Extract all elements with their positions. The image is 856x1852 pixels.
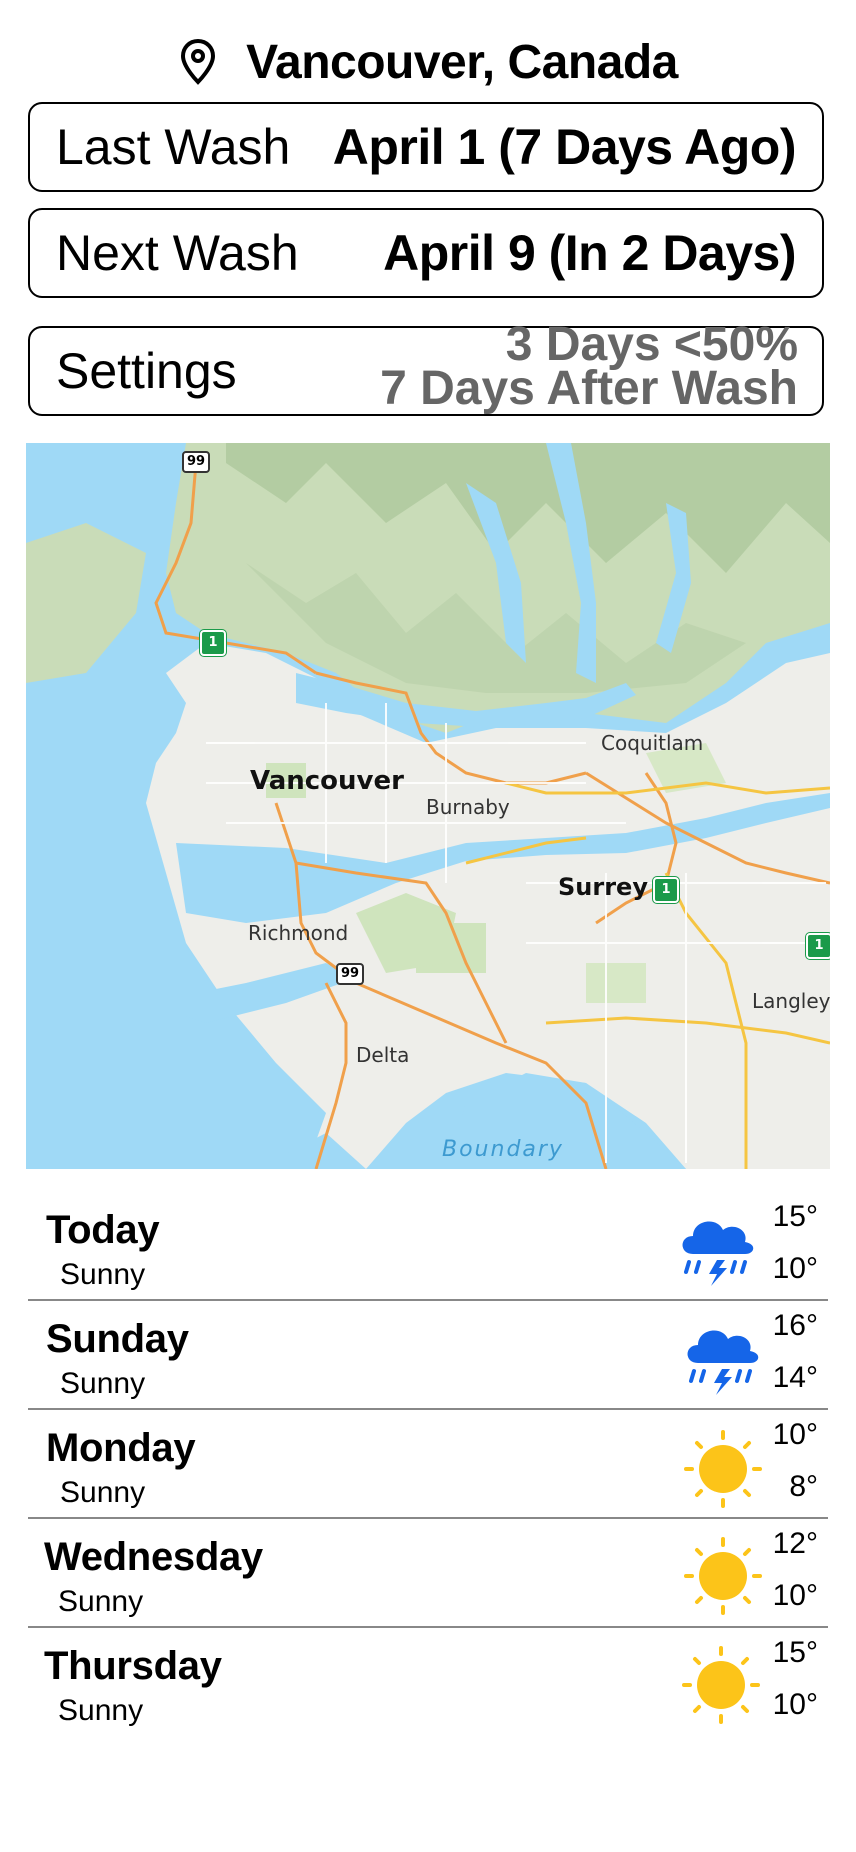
forecast-low: 14° [772,1361,818,1394]
forecast-high: 16° [772,1309,818,1342]
next-wash-value: April 9 (In 2 Days) [383,225,796,281]
forecast-day: Today [46,1208,160,1252]
map-pin-icon [181,38,216,85]
forecast-low: 10° [772,1688,818,1721]
forecast-list: Today Sunny 15° 10° Sunday Sunny 16° 14°… [28,1192,828,1737]
highway-99-shield: 99 [182,451,210,473]
map-label-vancouver: Vancouver [250,766,404,796]
forecast-row-monday[interactable]: Monday Sunny 10° 8° [28,1410,828,1519]
forecast-row-sunday[interactable]: Sunday Sunny 16° 14° [28,1301,828,1410]
highway-1-shield: 1 [200,630,226,656]
forecast-day: Wednesday [44,1535,263,1579]
forecast-condition: Sunny [58,1694,144,1727]
thunderstorm-cloud-icon [687,1330,759,1395]
forecast-low: 10° [772,1252,818,1285]
forecast-high: 15° [772,1636,818,1669]
map-label-delta: Delta [356,1043,410,1067]
highway-1-shield: 1 [806,933,830,959]
thunderstorm-cloud-icon [682,1221,754,1286]
forecast-day: Monday [46,1426,196,1470]
city-name: Vancouver, Canada [246,35,678,89]
forecast-high: 10° [772,1418,818,1451]
forecast-condition: Sunny [60,1258,146,1291]
forecast-high: 15° [772,1200,818,1233]
forecast-condition: Sunny [60,1367,146,1400]
highway-99-shield: 99 [336,963,364,985]
location-header[interactable]: Vancouver, Canada [0,30,856,94]
sun-icon [684,1537,762,1615]
next-wash-label: Next Wash [56,225,299,281]
forecast-condition: Sunny [60,1476,146,1509]
forecast-day: Thursday [44,1644,222,1688]
settings-button[interactable]: Settings 3 Days <50% 7 Days After Wash [28,318,824,416]
next-wash-card[interactable]: Next Wash April 9 (In 2 Days) [28,208,824,298]
last-wash-value: April 1 (7 Days Ago) [332,119,797,175]
sun-icon [682,1646,760,1724]
settings-interval-text: 7 Days After Wash [380,362,798,415]
sun-icon [684,1430,762,1508]
map-label-surrey: Surrey [558,873,648,901]
last-wash-card[interactable]: Last Wash April 1 (7 Days Ago) [28,102,824,192]
forecast-row-wednesday[interactable]: Wednesday Sunny 12° 10° [28,1519,828,1628]
map-label-richmond: Richmond [248,921,349,945]
map-view[interactable]: Coquitlam Vancouver Burnaby Surrey Richm… [26,443,830,1169]
map-label-langley: Langley [752,989,830,1013]
forecast-row-thursday[interactable]: Thursday Sunny 15° 10° [28,1628,828,1737]
map-label-burnaby: Burnaby [426,795,510,819]
settings-threshold-text: 3 Days <50% [505,318,798,371]
forecast-row-today[interactable]: Today Sunny 15° 10° [28,1192,828,1301]
last-wash-label: Last Wash [56,119,291,175]
map-label-coquitlam: Coquitlam [601,731,704,755]
settings-label: Settings [56,343,237,399]
forecast-day: Sunday [46,1317,189,1361]
forecast-low: 8° [789,1470,818,1503]
highway-1-shield: 1 [653,877,679,903]
settings-summary: 3 Days <50% 7 Days After Wash [380,318,798,415]
map-label-boundary-bay: Boundary [442,1137,564,1162]
forecast-condition: Sunny [58,1585,144,1618]
forecast-high: 12° [772,1527,818,1560]
forecast-low: 10° [772,1579,818,1612]
